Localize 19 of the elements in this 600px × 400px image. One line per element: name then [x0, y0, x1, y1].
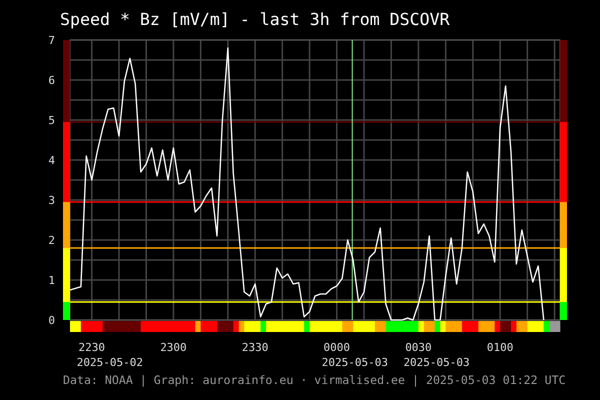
y-tick-label: 1 [48, 274, 55, 287]
date-label: 2025-05-02 [76, 356, 143, 369]
y-tick-label: 3 [48, 194, 55, 207]
y-tick-label: 7 [48, 34, 55, 47]
chart-title: Speed * Bz [mV/m] - last 3h from DSCOVR [59, 9, 451, 31]
date-label: 2025-05-03 [403, 356, 470, 369]
y-tick-label: 6 [48, 74, 55, 87]
x-tick-label: 2230 [78, 341, 106, 354]
date-label: 2025-05-03 [322, 356, 388, 369]
x-tick-label: 0100 [486, 341, 514, 354]
x-tick-label: 0000 [324, 341, 350, 354]
x-tick-label: 0030 [405, 341, 432, 354]
y-tick-label: 5 [48, 114, 55, 127]
y-tick-label: 0 [48, 314, 55, 327]
x-tick-label: 2330 [242, 341, 268, 354]
y-tick-label: 2 [48, 234, 55, 247]
footer-credits: Data: NOAA | Graph: aurorainfo.eu · virmalised.ee | 2025-05-03 01:22 UTC [62, 373, 567, 387]
y-tick-label: 4 [48, 154, 55, 167]
x-tick-label: 2300 [160, 341, 187, 354]
